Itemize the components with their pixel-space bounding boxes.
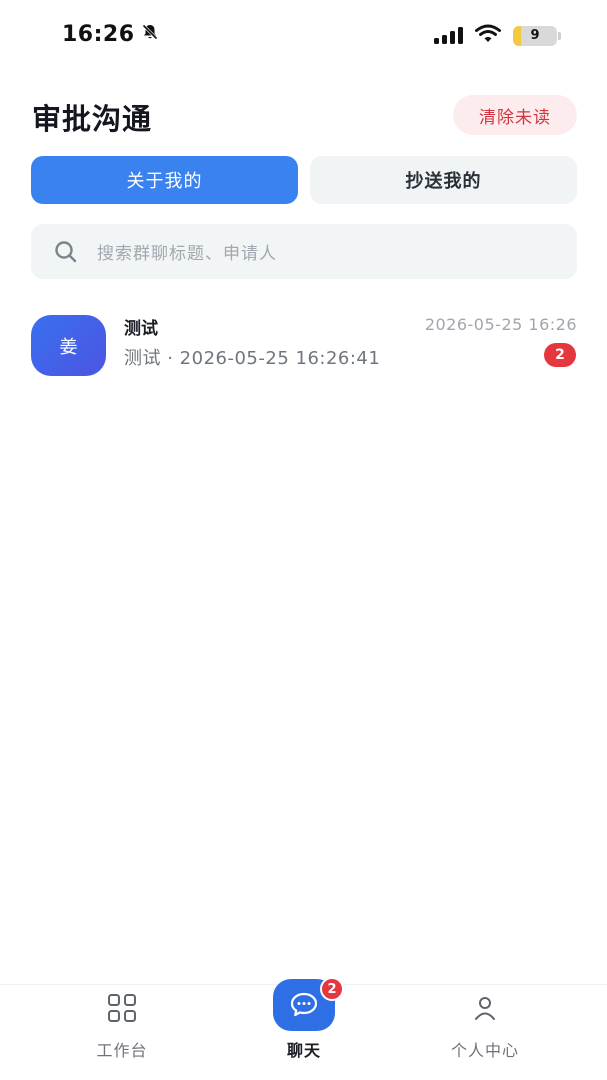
tab-about-me[interactable]: 关于我的 — [31, 156, 298, 204]
chat-unread-badge: 2 — [320, 977, 344, 1001]
avatar: 姜 — [31, 315, 106, 376]
clear-unread-button[interactable]: 清除未读 — [453, 95, 577, 135]
search-input[interactable]: 搜索群聊标题、申请人 — [31, 224, 577, 279]
unread-badge: 2 — [544, 343, 576, 367]
battery-icon: 9 — [513, 25, 561, 46]
clock-text: 16:26 — [62, 22, 135, 47]
page-title: 审批沟通 — [32, 102, 153, 136]
status-icons: 9 — [434, 24, 561, 47]
battery-level: 9 — [530, 28, 540, 43]
wifi-icon — [475, 24, 501, 47]
conversation-title: 测试 — [124, 319, 158, 339]
nav-item-profile[interactable]: 个人中心 — [415, 985, 555, 1080]
conversation-preview: 测试 · 2026-05-25 16:26:41 — [124, 348, 381, 369]
bell-muted-icon — [141, 22, 159, 47]
conversation-item[interactable]: 姜 测试 2026-05-25 16:26 测试 · 2026-05-25 16… — [31, 305, 577, 385]
chat-bubble-icon — [290, 992, 318, 1017]
search-placeholder: 搜索群聊标题、申请人 — [97, 244, 277, 264]
nav-label-profile: 个人中心 — [450, 1041, 519, 1060]
conversation-time: 2026-05-25 16:26 — [424, 315, 577, 334]
tab-cc-me[interactable]: 抄送我的 — [310, 156, 577, 204]
status-time: 16:26 — [62, 22, 159, 47]
person-icon — [470, 993, 500, 1023]
bottom-nav: 工作台 聊天 2 个人中心 — [0, 977, 607, 1080]
nav-label-chat: 聊天 — [286, 1041, 321, 1060]
nav-label-workbench: 工作台 — [96, 1041, 148, 1060]
status-bar: 16:26 9 — [0, 0, 607, 74]
cellular-signal-icon — [434, 27, 463, 44]
grid-icon — [107, 993, 137, 1023]
search-icon — [55, 240, 77, 262]
nav-item-workbench[interactable]: 工作台 — [52, 985, 192, 1080]
